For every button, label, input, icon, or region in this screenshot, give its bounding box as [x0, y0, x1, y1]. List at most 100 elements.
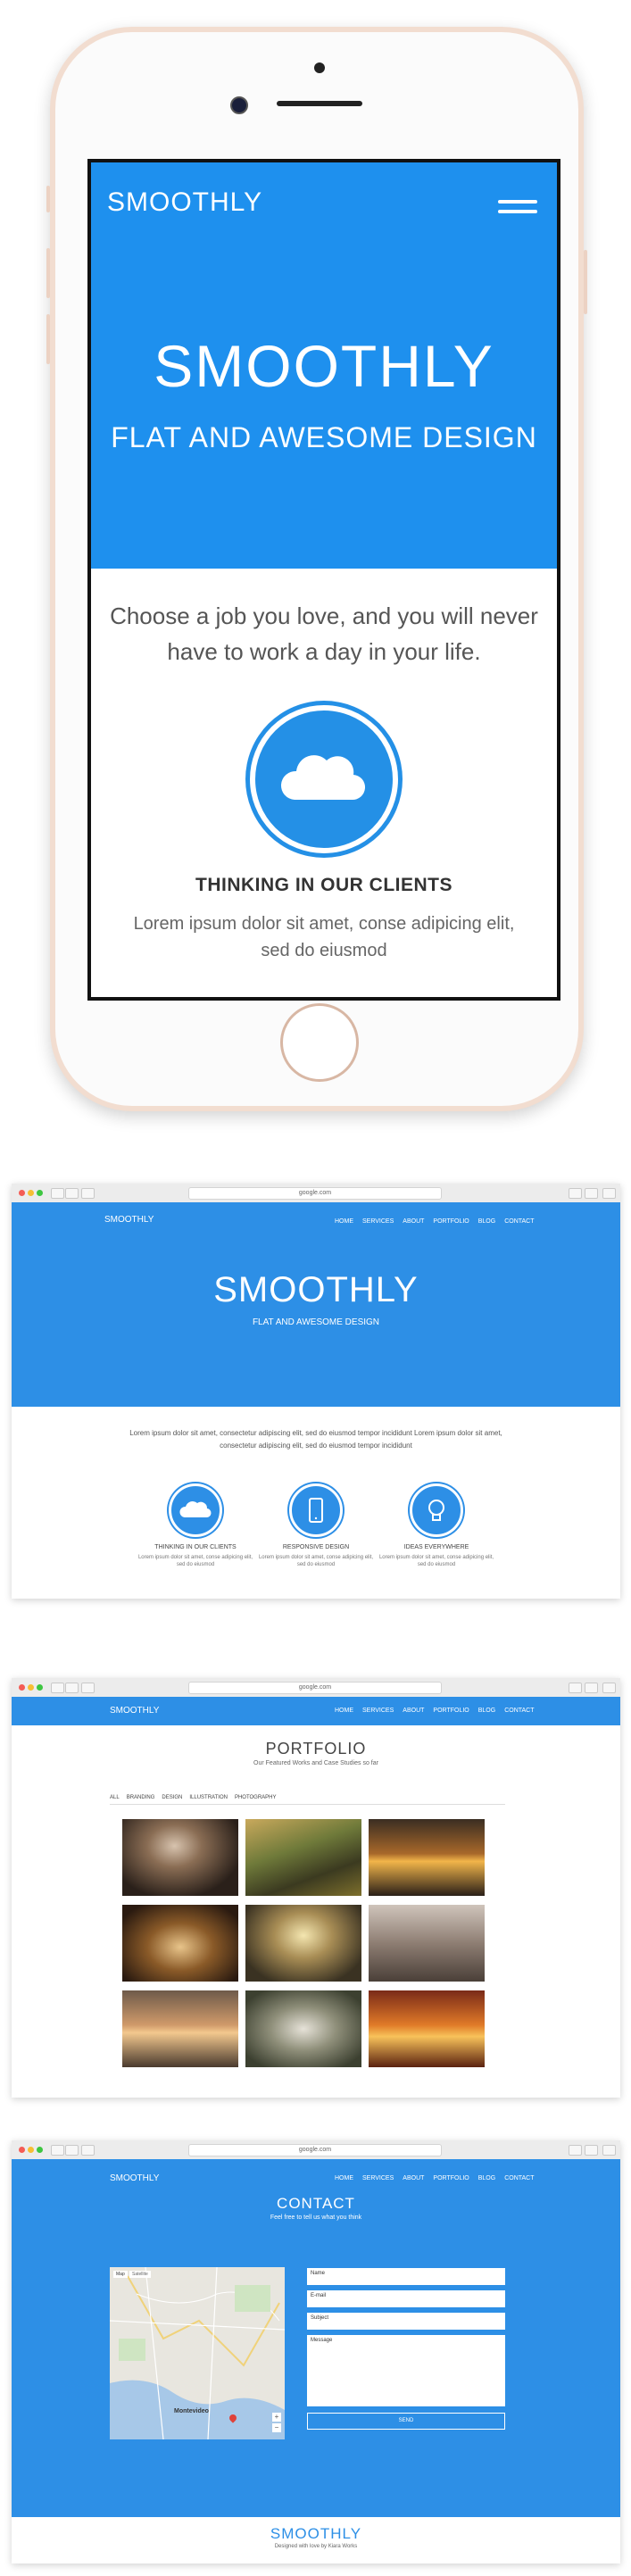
maximize-window-icon[interactable]: [37, 1684, 43, 1691]
nav-blog[interactable]: BLOG: [478, 1708, 495, 1714]
nav-home[interactable]: HOME: [335, 2175, 353, 2181]
nav-services[interactable]: SERVICES: [362, 1218, 394, 1225]
sidebar-icon[interactable]: [81, 1188, 95, 1199]
address-bar[interactable]: google.com: [188, 2144, 442, 2156]
site-logo[interactable]: SMOOTHLY: [110, 2173, 159, 2183]
maximize-window-icon[interactable]: [37, 1190, 43, 1196]
nav-home[interactable]: HOME: [335, 1218, 353, 1225]
portfolio-tile-bride[interactable]: [245, 1990, 361, 2067]
zoom-out-icon[interactable]: −: [272, 2423, 281, 2432]
map-type-satellite[interactable]: Satellite: [129, 2271, 151, 2278]
nav-portfolio[interactable]: PORTFOLIO: [433, 1708, 469, 1714]
feature-badge-3: [410, 1483, 463, 1537]
site-logo[interactable]: SMOOTHLY: [110, 1706, 159, 1716]
nav-services[interactable]: SERVICES: [362, 2175, 394, 2181]
mobile-quote: Choose a job you love, and you will neve…: [110, 602, 538, 665]
footer-credit: Designed with love by Kiara Works: [274, 2544, 358, 2549]
close-window-icon[interactable]: [19, 1190, 25, 1196]
hamburger-menu-icon[interactable]: [498, 200, 537, 220]
maximize-window-icon[interactable]: [37, 2147, 43, 2153]
contact-section: SMOOTHLY HOME SERVICES ABOUT PORTFOLIO BLOG C…: [12, 2159, 620, 2517]
browser-window-home: google.com SMOOTHLY HOME SERVICES ABOUT POR…: [12, 1184, 620, 1599]
nav-about[interactable]: ABOUT: [403, 1218, 424, 1225]
forward-icon[interactable]: [65, 1188, 79, 1199]
home-hero-subtitle: FLAT AND AWESOME DESIGN: [252, 1317, 380, 1327]
add-tab-icon[interactable]: [602, 2145, 616, 2156]
home-intro-text: Lorem ipsum dolor sit amet, consectetur …: [129, 1429, 502, 1450]
back-icon[interactable]: [51, 1683, 64, 1693]
nav-about[interactable]: ABOUT: [403, 1708, 424, 1714]
add-tab-icon[interactable]: [602, 1683, 616, 1693]
tabs-icon[interactable]: [585, 1683, 598, 1693]
minimize-window-icon[interactable]: [28, 2147, 34, 2153]
browser-window-contact: google.com SMOOTHLY HOME SERVICES ABOUT POR…: [12, 2140, 620, 2564]
map-type-map[interactable]: Map: [113, 2271, 128, 2278]
proximity-sensor: [314, 62, 325, 73]
nav-portfolio[interactable]: PORTFOLIO: [433, 1218, 469, 1225]
mobile-brand-logo[interactable]: SMOOTHLY: [107, 187, 262, 218]
nav-contact[interactable]: CONTACT: [504, 2175, 534, 2181]
home-hero: SMOOTHLY HOME SERVICES ABOUT PORTFOLIO BLOG C…: [12, 1202, 620, 1407]
share-icon[interactable]: [569, 1188, 582, 1199]
close-window-icon[interactable]: [19, 1684, 25, 1691]
message-field[interactable]: Message: [307, 2335, 505, 2406]
site-logo[interactable]: SMOOTHLY: [104, 1215, 154, 1225]
mobile-feature-badge: [250, 705, 398, 853]
share-icon[interactable]: [569, 2145, 582, 2156]
portfolio-tile-rings[interactable]: [122, 1905, 238, 1982]
nav-blog[interactable]: BLOG: [478, 1218, 495, 1225]
home-hero-title: SMOOTHLY: [213, 1270, 419, 1309]
contact-title: CONTACT: [277, 2195, 355, 2212]
portfolio-tile-jumping[interactable]: [369, 1990, 485, 2067]
name-field[interactable]: Name: [307, 2268, 505, 2285]
filter-illustration[interactable]: ILLUSTRATION: [189, 1795, 228, 1800]
close-window-icon[interactable]: [19, 2147, 25, 2153]
location-map[interactable]: Map Satellite Montevideo + −: [110, 2267, 285, 2439]
nav-blog[interactable]: BLOG: [478, 2175, 495, 2181]
email-field[interactable]: E-mail: [307, 2290, 505, 2307]
mute-switch: [46, 186, 50, 212]
nav-services[interactable]: SERVICES: [362, 1708, 394, 1714]
forward-icon[interactable]: [65, 2145, 79, 2156]
portfolio-tile-lake-sunset[interactable]: [369, 1819, 485, 1896]
tabs-icon[interactable]: [585, 1188, 598, 1199]
sidebar-icon[interactable]: [81, 2145, 95, 2156]
minimize-window-icon[interactable]: [28, 1684, 34, 1691]
browser-toolbar: google.com: [12, 2140, 620, 2160]
sidebar-icon[interactable]: [81, 1683, 95, 1693]
filter-photography[interactable]: PHOTOGRAPHY: [235, 1795, 277, 1800]
footer-logo[interactable]: SMOOTHLY: [12, 2525, 620, 2543]
nav-portfolio[interactable]: PORTFOLIO: [433, 2175, 469, 2181]
home-button[interactable]: [280, 1003, 359, 1082]
cloud-icon: [179, 1501, 212, 1518]
filter-branding[interactable]: BRANDING: [127, 1795, 155, 1800]
minimize-window-icon[interactable]: [28, 1190, 34, 1196]
subject-field[interactable]: Subject: [307, 2313, 505, 2330]
tabs-icon[interactable]: [585, 2145, 598, 2156]
filter-all[interactable]: ALL: [110, 1795, 120, 1800]
send-button[interactable]: SEND: [307, 2413, 505, 2430]
zoom-in-icon[interactable]: +: [272, 2413, 281, 2422]
filter-design[interactable]: DESIGN: [162, 1795, 182, 1800]
portfolio-tile-beach-sunset[interactable]: [122, 1990, 238, 2067]
address-bar[interactable]: google.com: [188, 1187, 442, 1200]
nav-contact[interactable]: CONTACT: [504, 1218, 534, 1225]
feature-badge-1: [169, 1483, 222, 1537]
back-icon[interactable]: [51, 2145, 64, 2156]
portfolio-tile-portrait[interactable]: [122, 1819, 238, 1896]
nav-contact[interactable]: CONTACT: [504, 1708, 534, 1714]
forward-icon[interactable]: [65, 1683, 79, 1693]
portfolio-tile-silhouette[interactable]: [245, 1905, 361, 1982]
feature-title-1: THINKING IN OUR CLIENTS: [154, 1544, 237, 1550]
back-icon[interactable]: [51, 1188, 64, 1199]
mobile-hero: SMOOTHLY SMOOTHLY FLAT AND AWESOME DESIG…: [91, 162, 557, 569]
address-bar[interactable]: google.com: [188, 1682, 442, 1694]
nav-home[interactable]: HOME: [335, 1708, 353, 1714]
phone-mockup: SMOOTHLY SMOOTHLY FLAT AND AWESOME DESIG…: [46, 27, 587, 1111]
portfolio-tile-branches[interactable]: [369, 1905, 485, 1982]
add-tab-icon[interactable]: [602, 1188, 616, 1199]
portfolio-tile-forest-stream[interactable]: [245, 1819, 361, 1896]
share-icon[interactable]: [569, 1683, 582, 1693]
nav-about[interactable]: ABOUT: [403, 2175, 424, 2181]
portfolio-header: SMOOTHLY HOME SERVICES ABOUT PORTFOLIO BLOG C…: [12, 1697, 620, 1725]
